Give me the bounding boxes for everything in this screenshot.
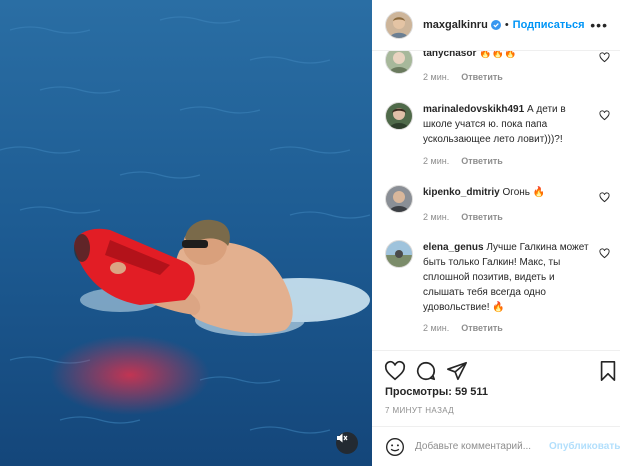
comment-meta: 2 мин. Ответить (423, 156, 515, 166)
comment-body: 🔥🔥🔥 (479, 50, 517, 59)
reply-button[interactable]: Ответить (461, 212, 503, 222)
comment-body: Огонь 🔥 (502, 187, 546, 198)
post-media-video[interactable] (0, 0, 372, 466)
commenter-avatar-image (386, 186, 412, 212)
views-count: Просмотры: 59 511 (385, 386, 488, 398)
heart-outline-icon[interactable] (599, 52, 610, 63)
heart-outline-icon[interactable] (599, 248, 610, 259)
comment-text: marinaledovskikh491 А дети в школе учатс… (423, 102, 593, 147)
comment-meta: 2 мин. Ответить (423, 212, 515, 222)
comment-meta: 2 мин. Ответить (423, 323, 515, 333)
post-timestamp: 7 МИНУТ НАЗАД (385, 406, 455, 415)
header-separator: • (504, 19, 509, 31)
views-value: 59 511 (454, 386, 489, 398)
post-header: maxgalkinru • Подписаться ••• (372, 0, 620, 51)
commenter-avatar[interactable] (385, 185, 413, 213)
comment-time: 2 мин. (423, 156, 450, 166)
comment-username[interactable]: kipenko_dmitriy (423, 187, 500, 198)
reply-button[interactable]: Ответить (461, 72, 503, 82)
comment-text: tanychasor 🔥🔥🔥 (423, 50, 593, 61)
post-actions (372, 356, 620, 384)
comment-text: elena_genus Лучше Галкина может быть тол… (423, 240, 593, 315)
comment-time: 2 мин. (423, 323, 450, 333)
commenter-avatar-image (386, 50, 412, 73)
reply-button[interactable]: Ответить (461, 323, 503, 333)
paper-plane-icon[interactable] (446, 360, 468, 382)
heart-outline-icon[interactable] (599, 192, 610, 203)
commenter-avatar-image (386, 103, 412, 129)
comments-list[interactable]: tanychasor 🔥🔥🔥 2 мин. Ответить marinaledo… (372, 50, 620, 350)
add-comment-input[interactable] (415, 441, 547, 452)
commenter-avatar[interactable] (385, 240, 413, 268)
comment-username[interactable]: tanychasor (423, 50, 476, 59)
commenter-avatar[interactable] (385, 102, 413, 130)
actions-divider (372, 350, 620, 351)
verified-badge-icon (490, 20, 501, 30)
video-frame (0, 0, 372, 466)
speech-bubble-icon[interactable] (415, 360, 437, 382)
smiley-icon (386, 437, 404, 456)
add-comment-bar: Опубликовать (372, 427, 620, 466)
bookmark-icon[interactable] (598, 360, 618, 382)
comment-username[interactable]: elena_genus (423, 242, 484, 253)
comment-username[interactable]: marinaledovskikh491 (423, 104, 524, 115)
comment-text: kipenko_dmitriy Огонь 🔥 (423, 185, 593, 200)
views-label: Просмотры: (385, 386, 452, 398)
speaker-muted-icon (337, 433, 348, 443)
heart-outline-icon[interactable] (599, 110, 610, 121)
author-avatar-image (386, 12, 412, 38)
comment-time: 2 мин. (423, 72, 450, 82)
mute-button[interactable] (336, 432, 358, 454)
author-avatar[interactable] (385, 11, 413, 39)
commenter-avatar-image (386, 241, 412, 267)
post-sidebar: maxgalkinru • Подписаться ••• tanychasor… (372, 0, 620, 466)
author-username[interactable]: maxgalkinru (423, 19, 488, 31)
follow-button[interactable]: Подписаться (513, 19, 585, 31)
comment-time: 2 мин. (423, 212, 450, 222)
more-options-button[interactable]: ••• (590, 17, 608, 33)
heart-outline-icon[interactable] (384, 360, 406, 382)
reply-button[interactable]: Ответить (461, 156, 503, 166)
comment-meta: 2 мин. Ответить (423, 72, 515, 82)
publish-button[interactable]: Опубликовать (549, 441, 620, 452)
emoji-button[interactable] (385, 437, 405, 457)
commenter-avatar[interactable] (385, 50, 413, 74)
